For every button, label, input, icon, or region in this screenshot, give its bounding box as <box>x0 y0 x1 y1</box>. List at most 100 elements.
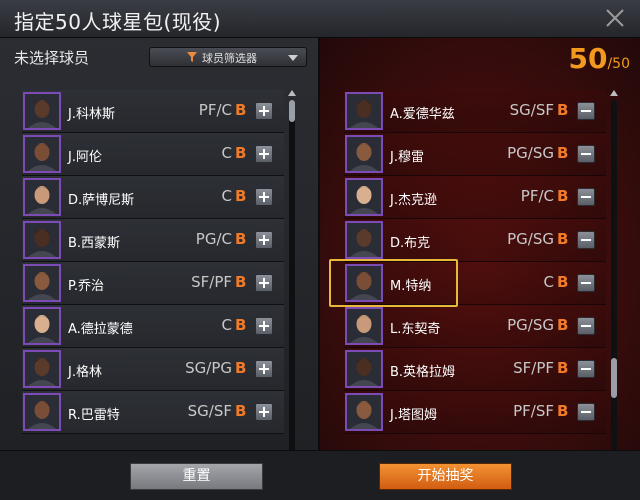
player-position: PG/C <box>195 230 232 248</box>
minus-icon <box>581 411 591 413</box>
player-grade: B <box>235 359 247 377</box>
player-filter-dropdown[interactable]: 球员筛选器 <box>149 47 307 67</box>
add-player-button[interactable] <box>255 360 273 378</box>
scroll-up-icon[interactable] <box>610 90 618 96</box>
player-position: C <box>221 187 232 205</box>
right-scrollbar[interactable] <box>609 90 619 470</box>
add-player-button[interactable] <box>255 188 273 206</box>
remove-player-button[interactable] <box>577 360 595 378</box>
player-grade: B <box>235 316 247 334</box>
player-position: SG/SF <box>187 402 232 420</box>
player-grade: B <box>235 402 247 420</box>
plus-icon-vertical <box>263 364 265 374</box>
player-position: C <box>543 273 554 291</box>
player-name: J.阿伦 <box>68 150 102 165</box>
player-name: L.东契奇 <box>390 322 441 337</box>
player-name: D.布克 <box>390 236 431 251</box>
add-player-button[interactable] <box>255 145 273 163</box>
player-position: PF/C <box>520 187 554 205</box>
remove-player-button[interactable] <box>577 403 595 421</box>
player-row[interactable]: L.东契奇 PG/SG B <box>344 305 606 348</box>
plus-icon-vertical <box>263 235 265 245</box>
minus-icon <box>581 368 591 370</box>
add-player-button[interactable] <box>255 102 273 120</box>
player-avatar <box>345 264 383 302</box>
footer-bar: 重置 开始抽奖 <box>0 450 640 500</box>
player-row[interactable]: J.杰克逊 PF/C B <box>344 176 606 219</box>
selected-total: /50 <box>607 56 630 72</box>
minus-icon <box>581 325 591 327</box>
player-row[interactable]: J.阿伦 C B <box>22 133 284 176</box>
remove-player-button[interactable] <box>577 102 595 120</box>
remove-player-button[interactable] <box>577 317 595 335</box>
remove-player-button[interactable] <box>577 145 595 163</box>
player-position: C <box>221 316 232 334</box>
player-row[interactable]: J.穆雷 PG/SG B <box>344 133 606 176</box>
player-name: A.爱德华兹 <box>390 107 455 122</box>
player-position: SF/PF <box>513 359 554 377</box>
plus-icon-vertical <box>263 149 265 159</box>
player-avatar <box>23 92 61 130</box>
selected-player-list: A.爱德华兹 SG/SF B J.穆雷 PG/SG B J.杰克逊 PF/C B D.布克 PG/S… <box>344 90 606 440</box>
player-row[interactable]: P.乔治 SF/PF B <box>22 262 284 305</box>
scroll-track <box>611 100 617 460</box>
player-position: PG/SG <box>507 316 554 334</box>
player-row[interactable]: J.科林斯 PF/C B <box>22 90 284 133</box>
remove-player-button[interactable] <box>577 274 595 292</box>
add-player-button[interactable] <box>255 403 273 421</box>
player-row[interactable]: A.德拉蒙德 C B <box>22 305 284 348</box>
funnel-icon <box>187 52 197 62</box>
player-name: J.格林 <box>68 365 102 380</box>
player-avatar <box>345 92 383 130</box>
scroll-track <box>289 100 295 460</box>
selected-count: 50 <box>568 42 608 75</box>
add-player-button[interactable] <box>255 274 273 292</box>
close-icon[interactable] <box>602 5 628 31</box>
player-name: R.巴雷特 <box>68 408 120 423</box>
plus-icon-vertical <box>263 278 265 288</box>
remove-player-button[interactable] <box>577 188 595 206</box>
player-position: PG/SG <box>507 144 554 162</box>
player-row[interactable]: J.塔图姆 PF/SF B <box>344 391 606 434</box>
scroll-up-icon[interactable] <box>288 90 296 96</box>
add-player-button[interactable] <box>255 317 273 335</box>
player-name: J.塔图姆 <box>390 408 437 423</box>
player-grade: B <box>557 402 569 420</box>
left-scrollbar[interactable] <box>287 90 297 470</box>
player-avatar <box>345 135 383 173</box>
player-grade: B <box>235 144 247 162</box>
player-position: C <box>221 144 232 162</box>
player-row[interactable]: B.英格拉姆 SF/PF B <box>344 348 606 391</box>
add-player-button[interactable] <box>255 231 273 249</box>
player-row[interactable]: A.爱德华兹 SG/SF B <box>344 90 606 133</box>
minus-icon <box>581 282 591 284</box>
player-position: PG/SG <box>507 230 554 248</box>
player-row[interactable]: D.萨博尼斯 C B <box>22 176 284 219</box>
player-row[interactable]: B.西蒙斯 PG/C B <box>22 219 284 262</box>
player-name: A.德拉蒙德 <box>68 322 133 337</box>
minus-icon <box>581 239 591 241</box>
player-grade: B <box>235 273 247 291</box>
remove-player-button[interactable] <box>577 231 595 249</box>
reset-button[interactable]: 重置 <box>130 463 263 490</box>
window-title: 指定50人球星包(现役) <box>14 10 222 34</box>
player-grade: B <box>235 187 247 205</box>
start-draw-button[interactable]: 开始抽奖 <box>379 463 512 490</box>
player-row[interactable]: J.格林 SG/PG B <box>22 348 284 391</box>
player-grade: B <box>235 230 247 248</box>
player-row[interactable]: M.特纳 C B <box>344 262 606 305</box>
scroll-thumb[interactable] <box>611 358 617 398</box>
player-row[interactable]: R.巴雷特 SG/SF B <box>22 391 284 434</box>
player-name: J.杰克逊 <box>390 193 437 208</box>
player-grade: B <box>235 101 247 119</box>
player-avatar <box>345 178 383 216</box>
filter-label: 球员筛选器 <box>202 52 257 65</box>
player-position: SG/PG <box>185 359 232 377</box>
scroll-thumb[interactable] <box>289 100 295 122</box>
plus-icon-vertical <box>263 321 265 331</box>
unselected-panel: 未选择球员 球员筛选器 J.科林斯 PF/C B J.阿伦 C B D.萨博尼斯 C B B.西蒙… <box>0 38 318 470</box>
player-name: J.科林斯 <box>68 107 115 122</box>
player-grade: B <box>557 230 569 248</box>
player-row[interactable]: D.布克 PG/SG B <box>344 219 606 262</box>
player-grade: B <box>557 101 569 119</box>
